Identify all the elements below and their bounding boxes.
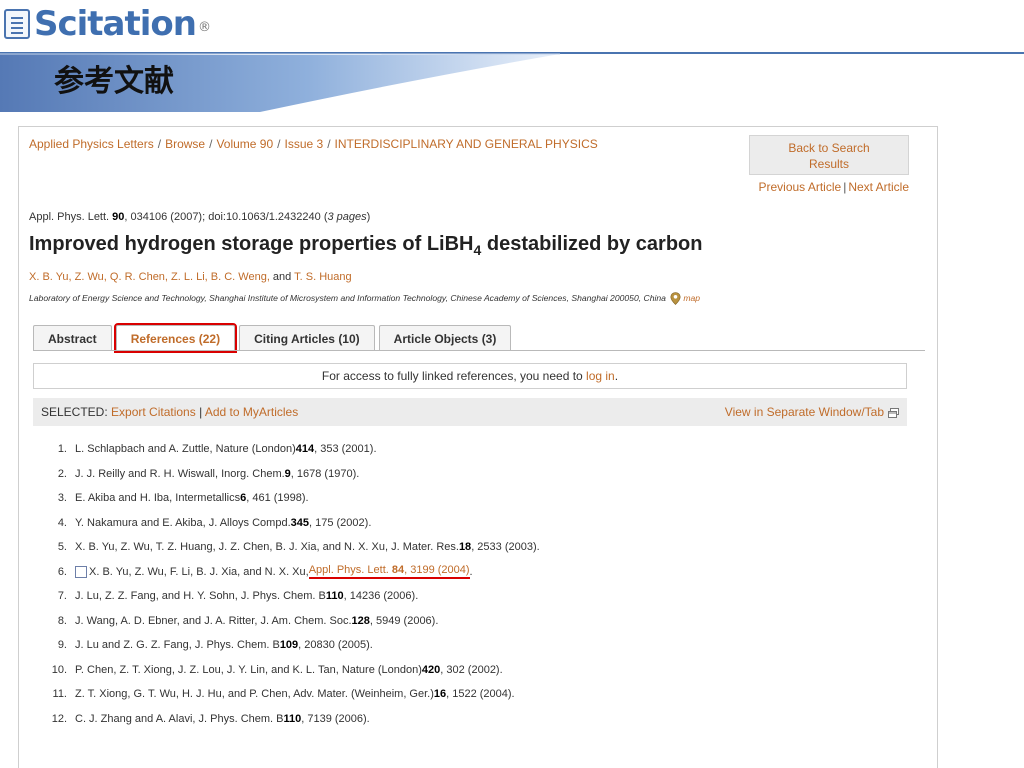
document-icon xyxy=(4,9,30,39)
reference-item: 2. J. J. Reilly and R. H. Wiswall, Inorg.… xyxy=(57,467,360,480)
tab-article-objects[interactable]: Article Objects (3) xyxy=(378,325,512,351)
breadcrumb-issue[interactable]: Issue 3 xyxy=(285,137,324,151)
breadcrumb: Applied Physics Letters / Browse / Volume 90… xyxy=(29,137,598,151)
selection-toolbar: SELECTED: Export Citations | Add to MyAr… xyxy=(33,398,907,426)
slide-title: 参考文献 xyxy=(54,64,174,99)
view-separate-window-link[interactable]: View in Separate Window/Tab xyxy=(725,398,899,426)
previous-article-link[interactable]: Previous Article xyxy=(758,180,841,194)
reference-item: 7. J. Lu, Z. Z. Fang, and H. Y. Sohn, J. … xyxy=(57,590,419,603)
reference-item: 1. L. Schlapbach and A. Zuttle, Nature (L… xyxy=(57,443,377,456)
logo-text: Scitation ® xyxy=(34,4,211,44)
back-to-search-button[interactable]: Back to Search Results xyxy=(749,135,909,175)
tab-citing-articles[interactable]: Citing Articles (10) xyxy=(239,325,375,351)
tab-references[interactable]: References (22) xyxy=(113,323,238,353)
scitation-logo: Scitation ® xyxy=(4,4,211,44)
citation-line: Appl. Phys. Lett. 90, 034106 (2007); doi… xyxy=(29,211,371,223)
map-pin-icon[interactable] xyxy=(670,292,681,305)
affiliation: Laboratory of Energy Science and Technol… xyxy=(29,292,700,305)
export-citations-link[interactable]: Export Citations xyxy=(111,405,196,419)
author-list: X. B. Yu, Z. Wu, Q. R. Chen, Z. L. Li, B… xyxy=(29,271,352,283)
breadcrumb-browse[interactable]: Browse xyxy=(165,137,205,151)
map-link[interactable]: map xyxy=(683,293,700,303)
slide-header: Scitation ® 参考文献 xyxy=(0,0,1024,112)
reference-checkbox[interactable] xyxy=(75,565,87,578)
reference-item: 5. X. B. Yu, Z. Wu, T. Z. Huang, J. Z. Ch… xyxy=(57,541,540,554)
log-in-link[interactable]: log in xyxy=(586,369,615,383)
reference-item: 10. P. Chen, Z. T. Xiong, J. Z. Lou, J. Y… xyxy=(51,663,503,676)
reference-item: 4. Y. Nakamura and E. Akiba, J. Alloys Co… xyxy=(57,516,372,529)
tab-divider xyxy=(33,350,925,351)
reference-doi-link[interactable]: Appl. Phys. Lett. 84, 3199 (2004) xyxy=(308,564,470,580)
article-title: Improved hydrogen storage properties of … xyxy=(29,233,703,258)
article-navigation: Previous Article | Next Article xyxy=(758,180,909,194)
breadcrumb-section[interactable]: INTERDISCIPLINARY AND GENERAL PHYSICS xyxy=(335,137,598,151)
reference-item: 12. C. J. Zhang and A. Alavi, J. Phys. Ch… xyxy=(51,712,370,725)
reference-item: 9. J. Lu and Z. G. Z. Fang, J. Phys. Chem… xyxy=(57,639,373,652)
reference-item: 11. Z. T. Xiong, G. T. Wu, H. J. Hu, and … xyxy=(52,688,515,701)
next-article-link[interactable]: Next Article xyxy=(848,180,909,194)
reference-item: 8. J. Wang, A. D. Ebner, and J. A. Ritter… xyxy=(57,614,439,627)
reference-item: 6. X. B. Yu, Z. Wu, F. Li, B. J. Xia, and… xyxy=(57,564,473,580)
article-tabs: Abstract References (22) Citing Articles… xyxy=(33,323,512,353)
new-window-icon xyxy=(888,407,899,418)
add-to-myarticles-link[interactable]: Add to MyArticles xyxy=(205,405,298,419)
reference-list: 1. L. Schlapbach and A. Zuttle, Nature (L… xyxy=(39,437,919,731)
author-last-link[interactable]: T. S. Huang xyxy=(294,271,351,283)
reference-item: 3. E. Akiba and H. Iba, Intermetallics 6,… xyxy=(57,492,309,505)
breadcrumb-journal[interactable]: Applied Physics Letters xyxy=(29,137,154,151)
authors-link[interactable]: X. B. Yu, Z. Wu, Q. R. Chen, Z. L. Li, B… xyxy=(29,271,270,283)
access-notice: For access to fully linked references, y… xyxy=(33,363,907,389)
breadcrumb-volume[interactable]: Volume 90 xyxy=(216,137,273,151)
article-page: Applied Physics Letters / Browse / Volume 90… xyxy=(18,126,938,768)
tab-abstract[interactable]: Abstract xyxy=(33,325,112,351)
